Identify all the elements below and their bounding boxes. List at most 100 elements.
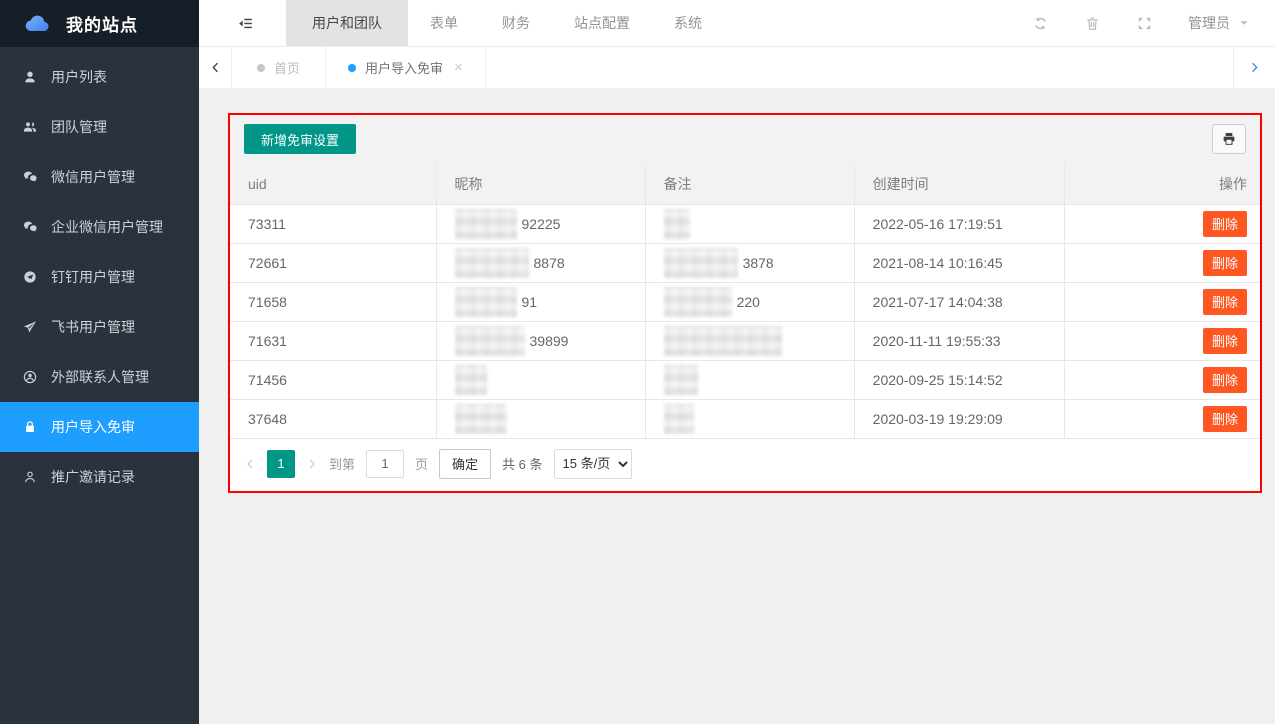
delete-button[interactable]: 删除 bbox=[1203, 328, 1247, 354]
delete-button[interactable]: 删除 bbox=[1203, 289, 1247, 315]
topnav-tab[interactable]: 财务 bbox=[480, 0, 552, 46]
dingtalk-icon bbox=[22, 269, 38, 285]
cell-actions: 删除 bbox=[1064, 282, 1260, 321]
content-area: 新增免审设置 uid 昵称 备注 创 bbox=[199, 88, 1275, 724]
main-area: 用户和团队 表单 财务 站点配置 系统 管理员 首页 bbox=[199, 0, 1275, 724]
tabs-scroll-right-button[interactable] bbox=[1233, 47, 1275, 88]
sidebar-item[interactable]: 钉钉用户管理 bbox=[0, 252, 199, 302]
topnav-tab[interactable]: 用户和团队 bbox=[286, 0, 408, 46]
collapse-icon bbox=[236, 14, 255, 33]
brand-title: 我的站点 bbox=[66, 11, 138, 36]
print-button[interactable] bbox=[1212, 124, 1246, 154]
prev-page-button[interactable] bbox=[244, 458, 256, 470]
redacted-blur bbox=[455, 326, 525, 356]
sidebar-item-label: 企业微信用户管理 bbox=[51, 217, 163, 237]
delete-button[interactable]: 删除 bbox=[1203, 211, 1247, 237]
sidebar-item-label: 飞书用户管理 bbox=[51, 317, 135, 337]
tab-status-dot bbox=[257, 64, 265, 72]
cell-remark bbox=[645, 399, 854, 438]
cell-uid: 73311 bbox=[230, 204, 436, 243]
column-header-created: 创建时间 bbox=[854, 164, 1064, 204]
redacted-blur bbox=[455, 209, 517, 239]
expand-icon[interactable] bbox=[1136, 15, 1153, 32]
confirm-page-button[interactable]: 确定 bbox=[439, 449, 491, 479]
redacted-blur bbox=[664, 248, 738, 278]
wecom-icon bbox=[22, 219, 38, 235]
external-contact-icon bbox=[22, 369, 38, 385]
page-tab[interactable]: 首页 bbox=[232, 47, 326, 88]
column-header-remark: 备注 bbox=[645, 164, 854, 204]
page-tab-label: 用户导入免审 bbox=[365, 58, 443, 77]
trash-icon[interactable] bbox=[1084, 15, 1101, 32]
topnav-tab-label: 站点配置 bbox=[574, 13, 630, 33]
page-size-select[interactable]: 15 条/页 bbox=[554, 449, 632, 479]
table-row: 72661 8878 3878 2021-08-14 10:16:45 删除 bbox=[230, 243, 1260, 282]
sidebar-item[interactable]: 微信用户管理 bbox=[0, 152, 199, 202]
cloud-icon bbox=[18, 10, 56, 38]
sidebar-item[interactable]: 外部联系人管理 bbox=[0, 352, 199, 402]
cell-nickname bbox=[436, 360, 645, 399]
user-dropdown[interactable]: 管理员 bbox=[1188, 13, 1250, 33]
team-icon bbox=[22, 119, 38, 135]
topnav-tab[interactable]: 站点配置 bbox=[552, 0, 652, 46]
cell-uid: 37648 bbox=[230, 399, 436, 438]
cell-nickname: 39899 bbox=[436, 321, 645, 360]
cell-uid: 71456 bbox=[230, 360, 436, 399]
delete-button[interactable]: 删除 bbox=[1203, 367, 1247, 393]
cell-created-time: 2021-08-14 10:16:45 bbox=[854, 243, 1064, 282]
wechat-icon bbox=[22, 169, 38, 185]
lock-icon bbox=[22, 419, 38, 435]
sidebar-item[interactable]: 用户列表 bbox=[0, 52, 199, 102]
topnav-tab[interactable]: 系统 bbox=[652, 0, 724, 46]
page-tab[interactable]: 用户导入免审 × bbox=[326, 47, 486, 88]
printer-icon bbox=[1221, 131, 1237, 147]
close-icon[interactable]: × bbox=[454, 60, 463, 75]
sidebar-item-label: 用户导入免审 bbox=[51, 417, 135, 437]
app-window: 我的站点 用户列表 团队管理 微信用户管理 企业微信用户管理 钉钉用户管理 飞书… bbox=[0, 0, 1275, 724]
sidebar-item[interactable]: 推广邀请记录 bbox=[0, 452, 199, 502]
table-body: 73311 92225 2022-05-16 17:19:51 删除 72661… bbox=[230, 204, 1260, 438]
redacted-blur bbox=[455, 248, 529, 278]
table-row: 73311 92225 2022-05-16 17:19:51 删除 bbox=[230, 204, 1260, 243]
delete-button[interactable]: 删除 bbox=[1203, 250, 1247, 276]
tabs-scroll-left-button[interactable] bbox=[199, 47, 232, 88]
sidebar-item[interactable]: 飞书用户管理 bbox=[0, 302, 199, 352]
user-icon bbox=[22, 69, 38, 85]
table-row: 37648 2020-03-19 19:29:09 删除 bbox=[230, 399, 1260, 438]
cell-created-time: 2022-05-16 17:19:51 bbox=[854, 204, 1064, 243]
table-row: 71456 2020-09-25 15:14:52 删除 bbox=[230, 360, 1260, 399]
chevron-right-icon bbox=[1248, 61, 1261, 74]
cell-created-time: 2020-11-11 19:55:33 bbox=[854, 321, 1064, 360]
sidebar-item[interactable]: 用户导入免审 bbox=[0, 402, 199, 452]
topnav-tab[interactable]: 表单 bbox=[408, 0, 480, 46]
sidebar: 我的站点 用户列表 团队管理 微信用户管理 企业微信用户管理 钉钉用户管理 飞书… bbox=[0, 0, 199, 724]
goto-label: 到第 bbox=[329, 454, 355, 473]
cell-actions: 删除 bbox=[1064, 399, 1260, 438]
current-page-button[interactable]: 1 bbox=[267, 450, 295, 478]
cell-uid: 72661 bbox=[230, 243, 436, 282]
redacted-blur bbox=[664, 287, 732, 317]
cell-nickname: 92225 bbox=[436, 204, 645, 243]
sidebar-item-label: 微信用户管理 bbox=[51, 167, 135, 187]
topnav-tab-label: 用户和团队 bbox=[312, 13, 382, 33]
redacted-blur bbox=[455, 365, 487, 395]
topnav-tabs: 用户和团队 表单 财务 站点配置 系统 bbox=[286, 0, 724, 46]
refresh-icon[interactable] bbox=[1032, 15, 1049, 32]
delete-button[interactable]: 删除 bbox=[1203, 406, 1247, 432]
topbar: 用户和团队 表单 财务 站点配置 系统 管理员 bbox=[199, 0, 1275, 47]
tab-status-dot bbox=[348, 64, 356, 72]
add-exemption-button[interactable]: 新增免审设置 bbox=[244, 124, 356, 154]
sidebar-item[interactable]: 企业微信用户管理 bbox=[0, 202, 199, 252]
sidebar-item[interactable]: 团队管理 bbox=[0, 102, 199, 152]
collapse-sidebar-button[interactable] bbox=[236, 0, 256, 46]
goto-page-input[interactable] bbox=[366, 450, 404, 478]
cell-uid: 71658 bbox=[230, 282, 436, 321]
redacted-blur bbox=[664, 209, 690, 239]
cell-remark bbox=[645, 321, 854, 360]
user-name: 管理员 bbox=[1188, 13, 1230, 33]
feishu-icon bbox=[22, 319, 38, 335]
cell-remark bbox=[645, 204, 854, 243]
page-unit-label: 页 bbox=[415, 454, 428, 473]
table-toolbar: 新增免审设置 bbox=[230, 115, 1260, 164]
next-page-button[interactable] bbox=[306, 458, 318, 470]
